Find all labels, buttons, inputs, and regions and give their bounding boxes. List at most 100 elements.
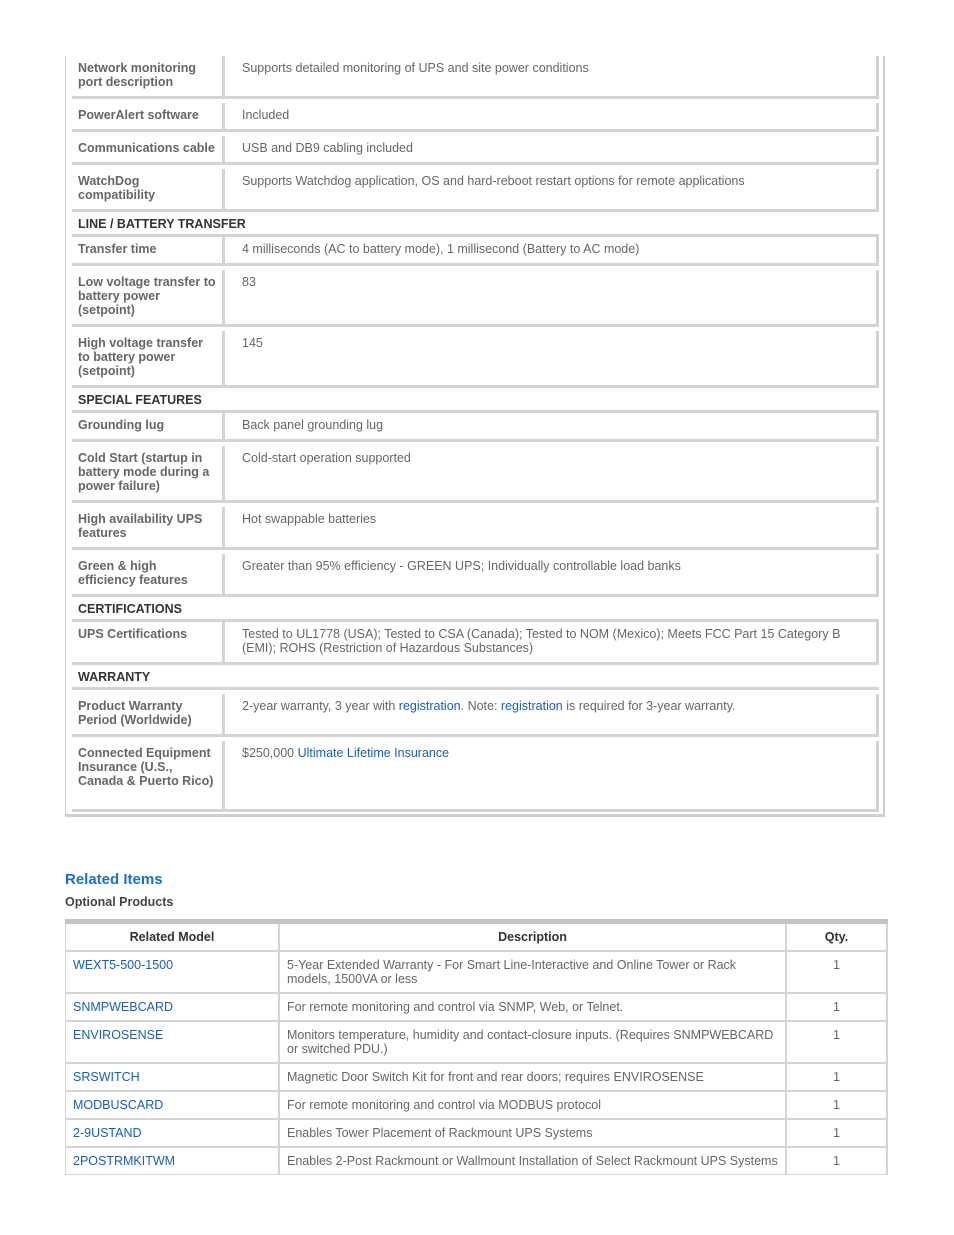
related-item-row: MODBUSCARD For remote monitoring and cont… (65, 1090, 888, 1120)
related-model-link[interactable]: SRSWITCH (73, 1070, 140, 1084)
section-header: SPECIAL FEATURES (72, 388, 879, 413)
spec-value: 83 (225, 270, 879, 327)
related-qty: 1 (785, 1020, 888, 1064)
related-model-cell: 2POSTRMKITWM (65, 1146, 280, 1175)
spec-value-text: Back panel grounding lug (242, 418, 384, 432)
spec-value-text: USB and DB9 cabling included (242, 141, 413, 155)
related-item-row: 2-9USTAND Enables Tower Placement of Rack… (65, 1118, 888, 1148)
col-header-description: Description (278, 919, 787, 952)
related-description: 5-Year Extended Warranty - For Smart Lin… (278, 950, 787, 994)
spec-label: Communications cable (72, 136, 225, 165)
related-items-table: Related Model Description Qty. WEXT5-500… (65, 919, 888, 1175)
spec-label: Grounding lug (72, 413, 225, 442)
related-items-heading: Related Items (65, 871, 163, 888)
related-qty: 1 (785, 1118, 888, 1148)
related-model-link[interactable]: 2-9USTAND (73, 1126, 142, 1140)
related-model-cell: 2-9USTAND (65, 1118, 280, 1148)
spec-row: UPS Certifications Tested to UL1778 (USA)… (72, 622, 879, 665)
warranty-text: is required for 3-year warranty. (562, 699, 736, 713)
related-item-row: SNMPWEBCARD For remote monitoring and con… (65, 992, 888, 1022)
spec-label: Network monitoring port description (72, 56, 225, 99)
spec-row: Transfer time 4 milliseconds (AC to batte… (72, 237, 879, 266)
section-header-row: LINE / BATTERY TRANSFER (72, 212, 879, 237)
spec-row: PowerAlert software Included (72, 103, 879, 132)
section-header-row: CERTIFICATIONS (72, 597, 879, 622)
spec-value: 145 (225, 331, 879, 388)
registration-link-2[interactable]: registration (501, 699, 563, 713)
spec-label: Green & high efficiency features (72, 554, 225, 597)
related-description: Enables Tower Placement of Rackmount UPS… (278, 1118, 787, 1148)
spec-row-insurance: Connected Equipment Insurance (U.S., Can… (72, 741, 879, 812)
warranty-text: 2-year warranty, 3 year with (242, 699, 399, 713)
spec-label: WatchDog compatibility (72, 169, 225, 212)
spec-value-text: Tested to UL1778 (USA); Tested to CSA (C… (242, 627, 841, 655)
related-item-row: SRSWITCH Magnetic Door Switch Kit for fro… (65, 1062, 888, 1092)
spec-value: Supports detailed monitoring of UPS and … (225, 56, 879, 99)
spec-table: Network monitoring port description Suppo… (72, 56, 879, 812)
spec-value-text: Included (242, 108, 290, 122)
spec-label: High availability UPS features (72, 507, 225, 550)
related-model-link[interactable]: MODBUSCARD (73, 1098, 163, 1112)
related-model-cell: MODBUSCARD (65, 1090, 280, 1120)
related-description: For remote monitoring and control via MO… (278, 1090, 787, 1120)
related-model-link[interactable]: SNMPWEBCARD (73, 1000, 173, 1014)
related-model-link[interactable]: 2POSTRMKITWM (73, 1154, 175, 1168)
related-model-cell: ENVIROSENSE (65, 1020, 280, 1064)
spec-row: WatchDog compatibility Supports Watchdog … (72, 169, 879, 212)
ultimate-lifetime-insurance-link[interactable]: Ultimate Lifetime Insurance (298, 746, 449, 760)
related-description: Enables 2-Post Rackmount or Wallmount In… (278, 1146, 787, 1175)
related-qty: 1 (785, 1062, 888, 1092)
section-header: CERTIFICATIONS (72, 597, 879, 622)
related-model-cell: WEXT5-500-1500 (65, 950, 280, 994)
spec-row: Grounding lug Back panel grounding lug (72, 413, 879, 442)
related-description: For remote monitoring and control via SN… (278, 992, 787, 1022)
spec-value: Supports Watchdog application, OS and ha… (225, 169, 879, 212)
spec-value: $250,000 Ultimate Lifetime Insurance (225, 741, 879, 812)
spec-label: Product Warranty Period (Worldwide) (72, 694, 225, 737)
related-qty: 1 (785, 992, 888, 1022)
spec-value: 4 milliseconds (AC to battery mode), 1 m… (225, 237, 879, 266)
related-qty: 1 (785, 1090, 888, 1120)
spec-row: Network monitoring port description Suppo… (72, 56, 879, 99)
related-description: Monitors temperature, humidity and conta… (278, 1020, 787, 1064)
related-items-table-wrapper: Related Model Description Qty. WEXT5-500… (65, 919, 888, 1175)
col-header-qty: Qty. (785, 919, 888, 952)
spec-value-text: 83 (242, 275, 256, 289)
optional-products-heading: Optional Products (65, 895, 174, 909)
related-model-link[interactable]: WEXT5-500-1500 (73, 958, 173, 972)
spec-value: Greater than 95% efficiency - GREEN UPS;… (225, 554, 879, 597)
section-header-row: SPECIAL FEATURES (72, 388, 879, 413)
related-header-row: Related Model Description Qty. (65, 919, 888, 952)
spec-value-text: 145 (242, 336, 263, 350)
spec-value: 2-year warranty, 3 year with registratio… (225, 694, 879, 737)
spec-row: High availability UPS features Hot swappa… (72, 507, 879, 550)
section-header: LINE / BATTERY TRANSFER (72, 212, 879, 237)
spec-value-text: Supports detailed monitoring of UPS and … (242, 61, 589, 75)
related-model-cell: SNMPWEBCARD (65, 992, 280, 1022)
spec-row: Communications cable USB and DB9 cabling … (72, 136, 879, 165)
section-header-row: WARRANTY (72, 665, 879, 690)
spec-value: USB and DB9 cabling included (225, 136, 879, 165)
warranty-text: . Note: (460, 699, 501, 713)
spec-value: Back panel grounding lug (225, 413, 879, 442)
related-item-row: 2POSTRMKITWM Enables 2-Post Rackmount or … (65, 1146, 888, 1175)
spec-value-text: Cold-start operation supported (242, 451, 411, 465)
related-item-row: ENVIROSENSE Monitors temperature, humidit… (65, 1020, 888, 1064)
spec-label: Cold Start (startup in battery mode duri… (72, 446, 225, 503)
spec-label: Transfer time (72, 237, 225, 266)
registration-link[interactable]: registration (399, 699, 461, 713)
related-item-row: WEXT5-500-1500 5-Year Extended Warranty -… (65, 950, 888, 994)
spec-row: Low voltage transfer to battery power (s… (72, 270, 879, 327)
spec-value: Tested to UL1778 (USA); Tested to CSA (C… (225, 622, 879, 665)
related-model-link[interactable]: ENVIROSENSE (73, 1028, 163, 1042)
spec-label: Connected Equipment Insurance (U.S., Can… (72, 741, 225, 812)
spec-label: High voltage transfer to battery power (… (72, 331, 225, 388)
insurance-amount: $250,000 (242, 746, 298, 760)
col-header-related-model: Related Model (65, 919, 280, 952)
spec-value: Included (225, 103, 879, 132)
related-qty: 1 (785, 950, 888, 994)
spec-value-text: Supports Watchdog application, OS and ha… (242, 174, 745, 188)
spec-value-text: Hot swappable batteries (242, 512, 377, 526)
spec-row: High voltage transfer to battery power (… (72, 331, 879, 388)
section-header: WARRANTY (72, 665, 879, 690)
